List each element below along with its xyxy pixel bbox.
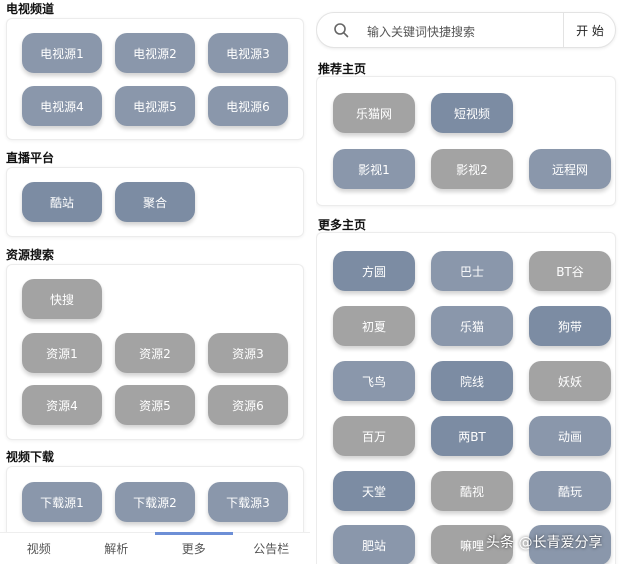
recommend-card: 乐猫网 短视频 影视1 影视2 远程网 (316, 76, 616, 206)
more-yaoyao-button[interactable]: 妖妖 (529, 361, 611, 401)
resource-1-button[interactable]: 资源1 (22, 333, 102, 373)
right-panel: 输入关键词快捷搜索 开 始 推荐主页 乐猫网 短视频 影视1 影视2 远程网 更… (316, 0, 640, 564)
watermark-text: 头条 @长青爱分享 (486, 535, 603, 551)
more-baiwan-button[interactable]: 百万 (333, 416, 415, 456)
search-start-button[interactable]: 开 始 (564, 13, 616, 47)
more-liangbt-button[interactable]: 两BT (431, 416, 513, 456)
more-bus-button[interactable]: 巴士 (431, 251, 513, 291)
search-bar: 输入关键词快捷搜索 开 始 (316, 12, 616, 48)
download-source-3-button[interactable]: 下载源3 (208, 482, 288, 522)
search-input[interactable]: 输入关键词快捷搜索 (367, 23, 475, 40)
search-icon (334, 23, 349, 38)
recommend-film1-button[interactable]: 影视1 (333, 149, 415, 189)
nav-tab-parse[interactable]: 解析 (78, 533, 156, 564)
tv-source-1-button[interactable]: 电视源1 (22, 33, 102, 73)
resource-6-button[interactable]: 资源6 (208, 385, 288, 425)
more-lemao-button[interactable]: 乐猫 (431, 306, 513, 346)
more-feizhan-button[interactable]: 肥站 (333, 525, 415, 564)
more-card: 方圆 巴士 BT谷 初夏 乐猫 狗带 飞鸟 院线 妖妖 百万 两BT 动画 天堂… (316, 232, 616, 564)
more-kushi-button[interactable]: 酷视 (431, 471, 513, 511)
recommend-film2-button[interactable]: 影视2 (431, 149, 513, 189)
nav-tab-more[interactable]: 更多 (155, 532, 233, 564)
section-title-more: 更多主页 (318, 218, 367, 232)
tv-source-3-button[interactable]: 电视源3 (208, 33, 288, 73)
tv-source-4-button[interactable]: 电视源4 (22, 86, 102, 126)
quick-search-button[interactable]: 快搜 (22, 279, 102, 319)
more-kuwan-button[interactable]: 酷玩 (529, 471, 611, 511)
bottom-nav: 视频 解析 更多 公告栏 (0, 532, 310, 564)
tv-source-5-button[interactable]: 电视源5 (115, 86, 195, 126)
left-panel: 电视频道 电视源1 电视源2 电视源3 电视源4 电视源5 电视源6 直播平台 … (0, 0, 310, 564)
nav-tab-notice[interactable]: 公告栏 (233, 533, 311, 564)
more-chuxia-button[interactable]: 初夏 (333, 306, 415, 346)
resource-4-button[interactable]: 资源4 (22, 385, 102, 425)
section-title-live: 直播平台 (6, 151, 55, 165)
more-btgu-button[interactable]: BT谷 (529, 251, 611, 291)
more-yuanxian-button[interactable]: 院线 (431, 361, 513, 401)
live-juhe-button[interactable]: 聚合 (115, 182, 195, 222)
download-source-1-button[interactable]: 下载源1 (22, 482, 102, 522)
resource-3-button[interactable]: 资源3 (208, 333, 288, 373)
more-feiniao-button[interactable]: 飞鸟 (333, 361, 415, 401)
recommend-short-video-button[interactable]: 短视频 (431, 93, 513, 133)
more-tiantang-button[interactable]: 天堂 (333, 471, 415, 511)
download-source-2-button[interactable]: 下载源2 (115, 482, 195, 522)
tv-channel-card: 电视源1 电视源2 电视源3 电视源4 电视源5 电视源6 (6, 18, 304, 140)
recommend-lemao-button[interactable]: 乐猫网 (333, 93, 415, 133)
more-goudai-button[interactable]: 狗带 (529, 306, 611, 346)
nav-tab-video[interactable]: 视频 (0, 533, 78, 564)
live-platform-card: 酷站 聚合 (6, 167, 304, 237)
resource-2-button[interactable]: 资源2 (115, 333, 195, 373)
section-title-recommend: 推荐主页 (318, 62, 367, 76)
resource-search-card: 快搜 资源1 资源2 资源3 资源4 资源5 资源6 (6, 264, 304, 440)
tv-source-2-button[interactable]: 电视源2 (115, 33, 195, 73)
resource-5-button[interactable]: 资源5 (115, 385, 195, 425)
live-kuzhan-button[interactable]: 酷站 (22, 182, 102, 222)
recommend-remote-button[interactable]: 远程网 (529, 149, 611, 189)
more-fangyuan-button[interactable]: 方圆 (333, 251, 415, 291)
section-title-resource: 资源搜索 (6, 248, 55, 262)
more-donghua-button[interactable]: 动画 (529, 416, 611, 456)
section-title-download: 视频下载 (6, 450, 55, 464)
section-title-tv: 电视频道 (6, 2, 55, 16)
tv-source-6-button[interactable]: 电视源6 (208, 86, 288, 126)
